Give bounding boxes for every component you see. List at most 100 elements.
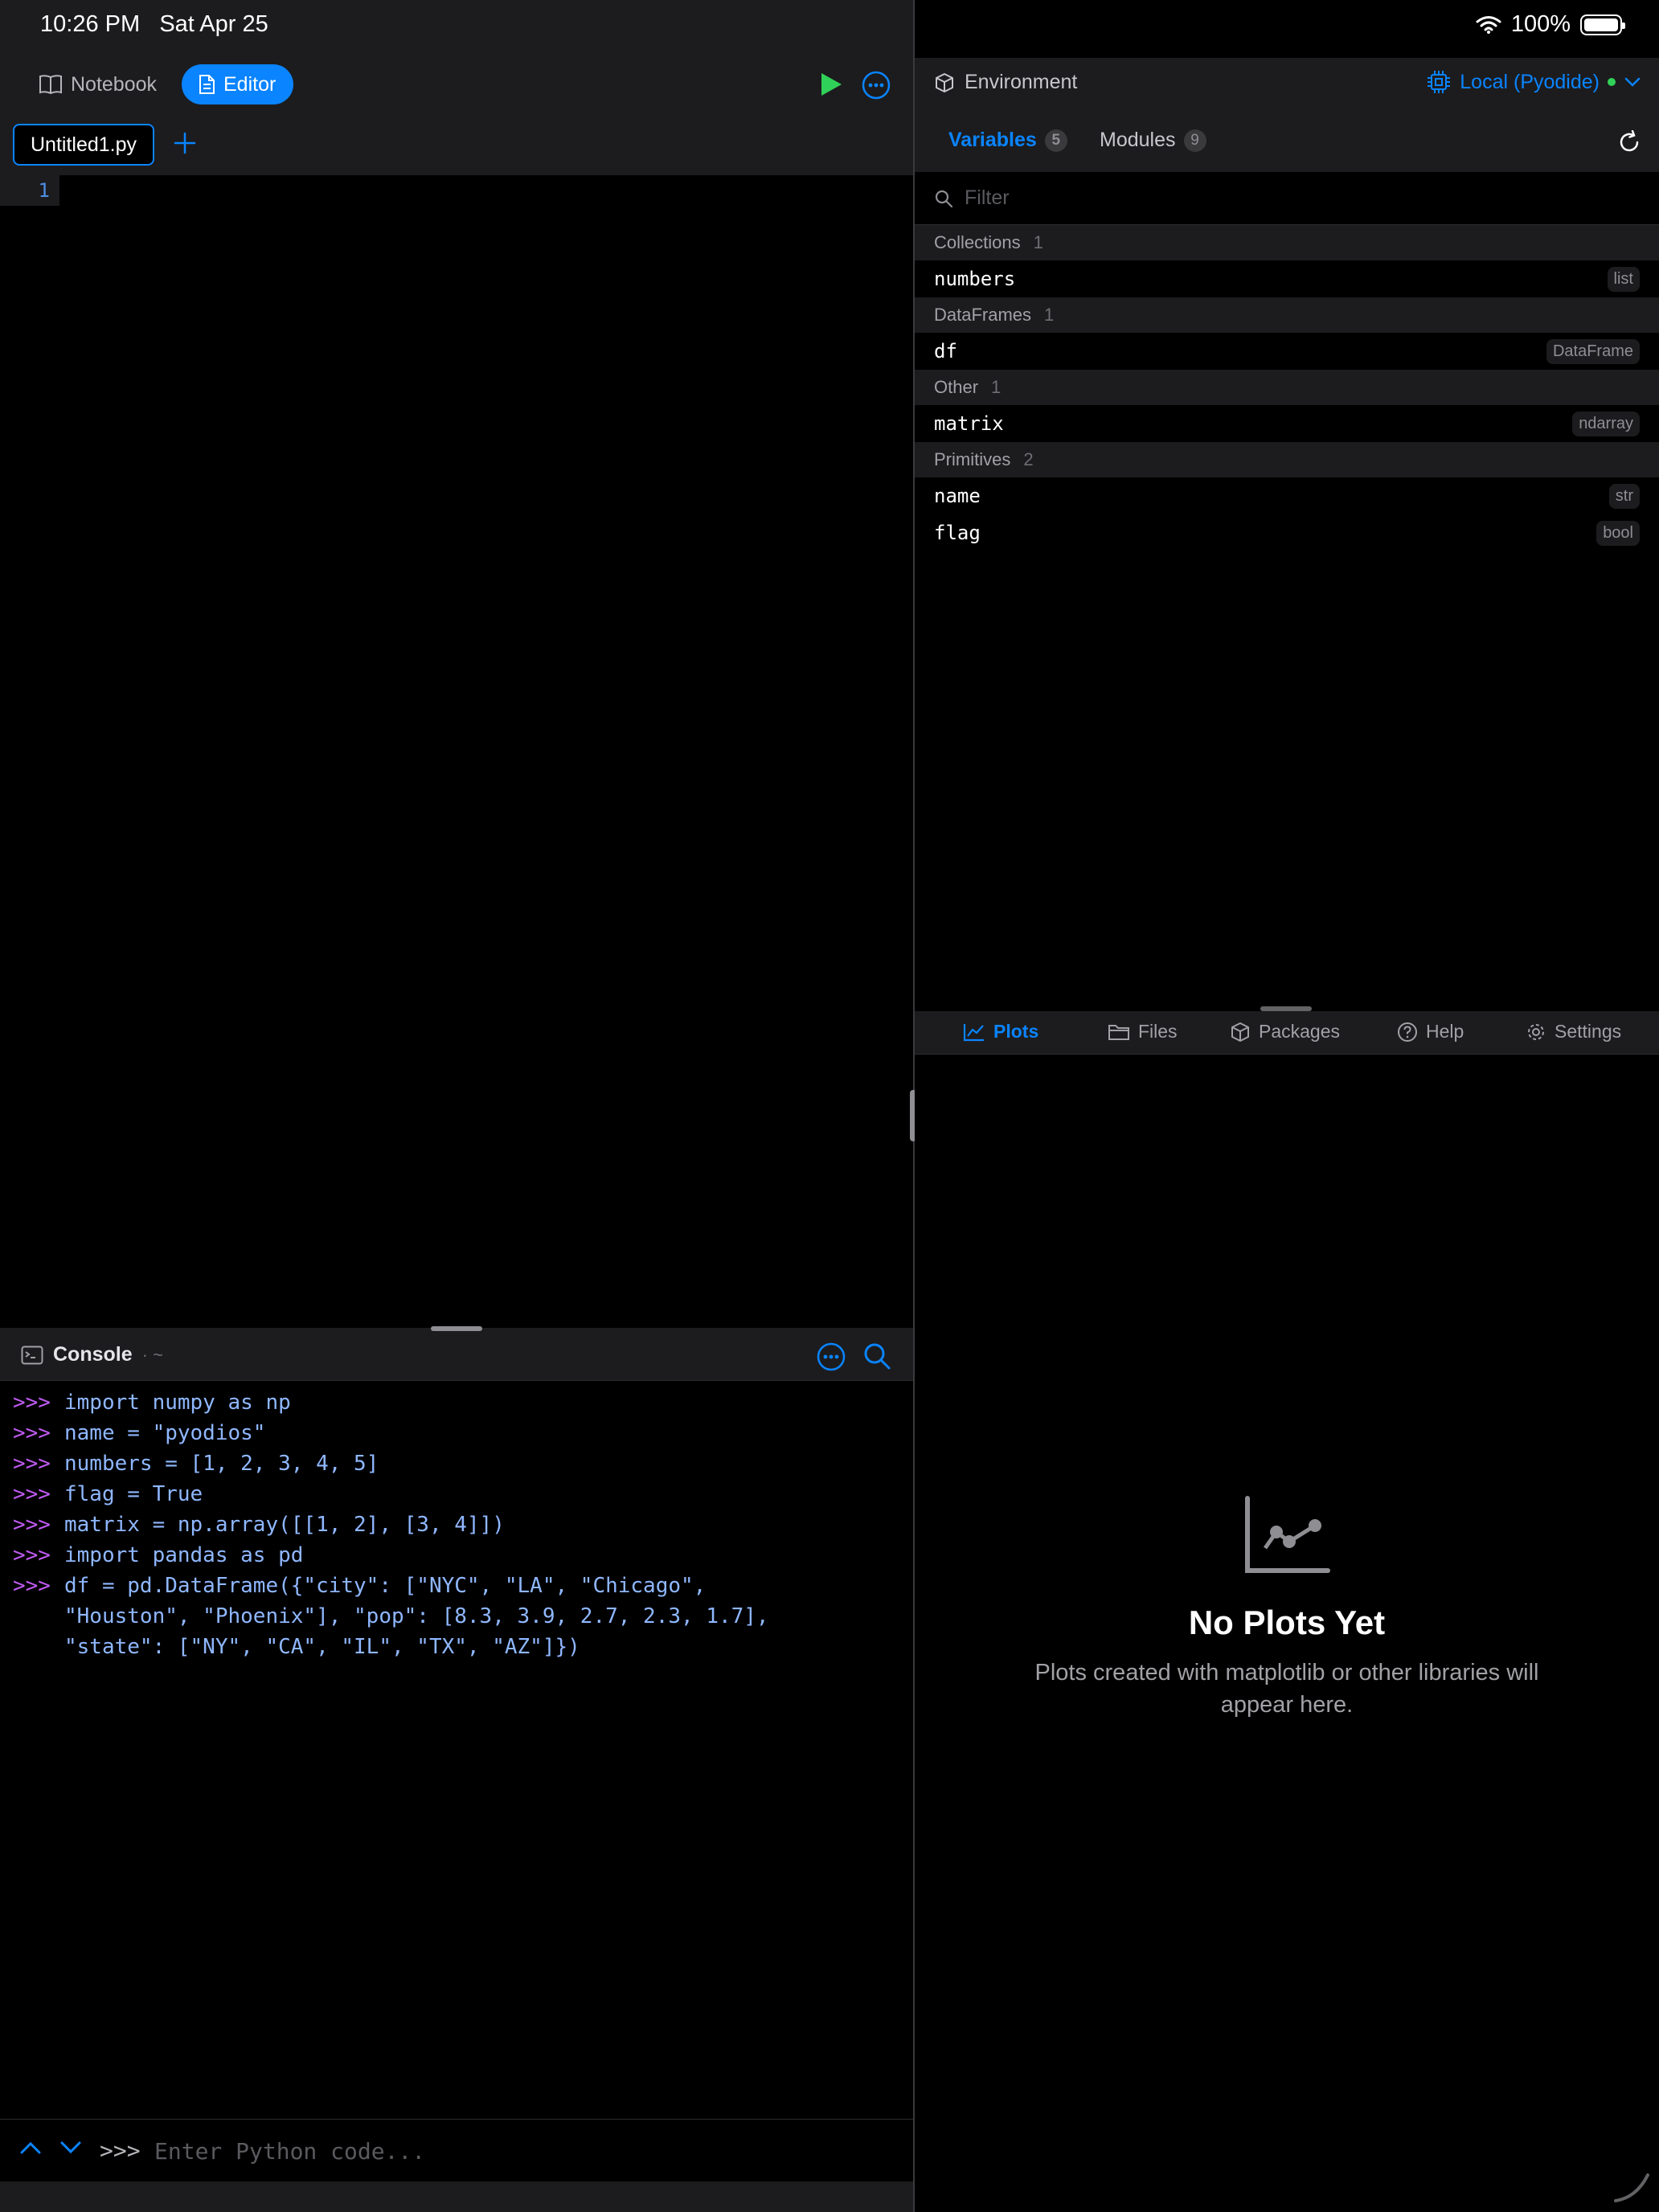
group-count: 1 [991,377,1002,397]
status-time-date: 10:26 PM Sat Apr 25 [40,11,268,38]
group-header-primitives[interactable]: Primitives 2 [915,442,1659,477]
gear-icon [1528,1023,1544,1040]
modules-count: 9 [1183,129,1206,152]
cpu-icon [1428,71,1451,93]
history-arrows [19,2140,82,2155]
battery-fill [1584,18,1618,31]
variable-row-matrix[interactable]: matrix ndarray [915,405,1659,442]
group-header-dataframes[interactable]: DataFrames 1 [915,297,1659,333]
tab-files-label: Files [1138,1021,1178,1042]
resize-corner-icon[interactable] [1612,2170,1651,2202]
tab-help[interactable]: Help [1397,1021,1464,1043]
code-editor[interactable]: 1 [0,175,913,1328]
runtime-selector[interactable]: Local (Pyodide) [1426,69,1641,95]
history-up-button[interactable] [19,2140,42,2155]
filter-bar [915,172,1659,225]
tab-plots-label: Plots [993,1021,1039,1042]
runtime-status-dot [1608,78,1616,86]
variable-row-name[interactable]: name str [915,477,1659,514]
tab-modules[interactable]: Modules 9 [1100,129,1206,152]
file-tab-untitled1[interactable]: Untitled1.py [13,124,155,166]
notebook-mode-label: Notebook [71,72,158,96]
environment-title-label: Environment [965,71,1078,93]
console-path: · ~ [141,1344,163,1365]
cube-icon [936,72,953,92]
chart-line-icon [963,1023,984,1041]
console-prompt: >>> [13,1543,51,1567]
tab-files[interactable]: Files [1108,1021,1178,1043]
add-tab-button[interactable] [172,130,198,156]
variable-type: DataFrame [1546,338,1640,364]
console-line: >>> numbers = [1, 2, 3, 4, 5] [13,1448,900,1479]
console-line: >>> import numpy as np [13,1387,900,1418]
console-title: Console · ~ [21,1343,163,1366]
group-count: 1 [1033,232,1043,252]
console-prompt: >>> [13,1574,51,1598]
search-icon [935,190,953,207]
variable-type: str [1608,483,1640,509]
console-line: >>> matrix = np.array([[1, 2], [3, 4]]) [13,1509,900,1540]
tab-plots[interactable]: Plots [963,1021,1038,1043]
editor-mode-button[interactable]: Editor [182,64,294,104]
editor-tab-bar: Untitled1.py [0,119,913,174]
tab-modules-label: Modules [1100,129,1176,151]
group-header-other[interactable]: Other 1 [915,370,1659,405]
history-down-button[interactable] [59,2140,82,2155]
group-name: Other [934,377,979,397]
console-input-bar: >>> [0,2119,913,2181]
group-name: Collections [934,232,1021,252]
console-prompt: >>> [13,1391,51,1415]
tab-packages[interactable]: Packages [1230,1021,1340,1043]
console-search-button[interactable] [862,1341,892,1371]
chart-icon [1245,1496,1330,1573]
more-options-button[interactable] [862,71,891,100]
console-code: import pandas as pd [64,1543,304,1567]
console-output: >>> import numpy as np >>> name = "pyodios… [0,1381,913,2119]
variables-list: Collections 1 numbers list DataFrames 1 … [915,225,1659,551]
group-header-collections[interactable]: Collections 1 [915,225,1659,260]
console-code: matrix = np.array([[1, 2], [3, 4]]) [64,1513,505,1537]
variable-row-flag[interactable]: flag bool [915,514,1659,551]
line-number: 1 [0,175,59,206]
runtime-label: Local (Pyodide) [1460,70,1600,93]
tab-variables[interactable]: Variables 5 [948,129,1067,152]
status-right: 100% [1476,11,1625,38]
run-button[interactable] [817,71,844,98]
folder-icon [1108,1024,1129,1040]
console-line: >>> df = pd.DataFrame({"city": ["NYC", "L… [13,1571,900,1662]
python-code-input[interactable] [154,2131,878,2171]
refresh-button[interactable] [1617,130,1641,154]
variable-type: ndarray [1572,411,1640,436]
console-code: numbers = [1, 2, 3, 4, 5] [64,1452,379,1476]
variable-name: numbers [934,268,1016,290]
group-count: 2 [1023,449,1034,469]
document-icon [199,75,215,94]
console-more-button[interactable] [817,1342,846,1371]
tab-settings-label: Settings [1555,1021,1622,1042]
variables-count: 5 [1044,129,1067,152]
mode-toolbar: Notebook Editor [0,58,913,109]
console-header: Console · ~ [0,1331,913,1381]
console-prompt: >>> [13,1421,51,1445]
variable-name: name [934,485,981,507]
empty-state-title: No Plots Yet [1188,1604,1386,1641]
wifi-icon [1476,15,1501,34]
filter-input[interactable] [965,186,1640,210]
status-time: 10:26 PM [40,11,141,37]
tab-settings[interactable]: Settings [1526,1021,1621,1043]
variable-type: list [1607,266,1640,292]
variable-row-numbers[interactable]: numbers list [915,260,1659,297]
variable-name: df [934,340,957,363]
input-prompt: >>> [100,2137,141,2164]
console-line: >>> flag = True [13,1479,900,1509]
group-name: Primitives [934,449,1011,469]
console-title-label: Console [53,1343,133,1366]
console-code: flag = True [64,1482,203,1506]
battery-percent: 100% [1510,11,1571,37]
console-code: df = pd.DataFrame({"city": ["NYC", "LA",… [64,1574,769,1659]
battery-icon [1580,14,1625,35]
notebook-mode-button[interactable]: Notebook [23,64,174,104]
variable-type: bool [1596,520,1640,546]
variable-row-df[interactable]: df DataFrame [915,333,1659,370]
help-icon [1398,1022,1417,1042]
